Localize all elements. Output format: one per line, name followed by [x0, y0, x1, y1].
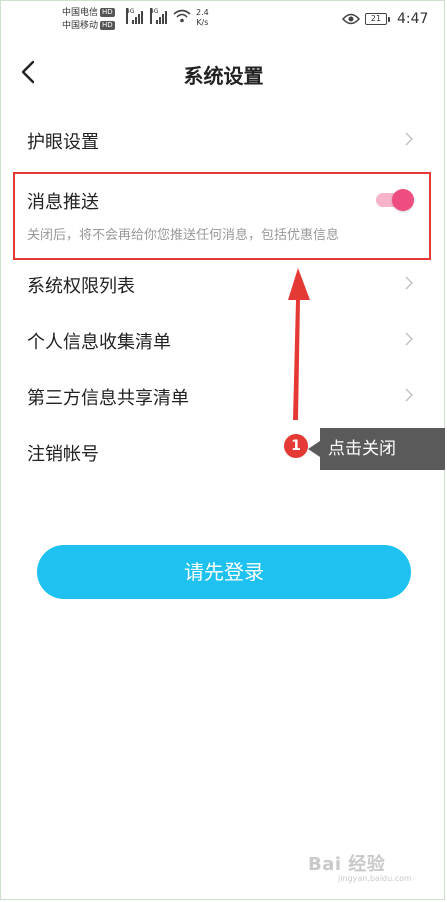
- annotation-tooltip: 点击关闭: [320, 428, 445, 470]
- baidu-watermark: Bai 经验 jingyan.baidu.com: [308, 854, 412, 883]
- annotation-step-badge: 1: [284, 434, 308, 458]
- tooltip-pointer: [308, 441, 320, 457]
